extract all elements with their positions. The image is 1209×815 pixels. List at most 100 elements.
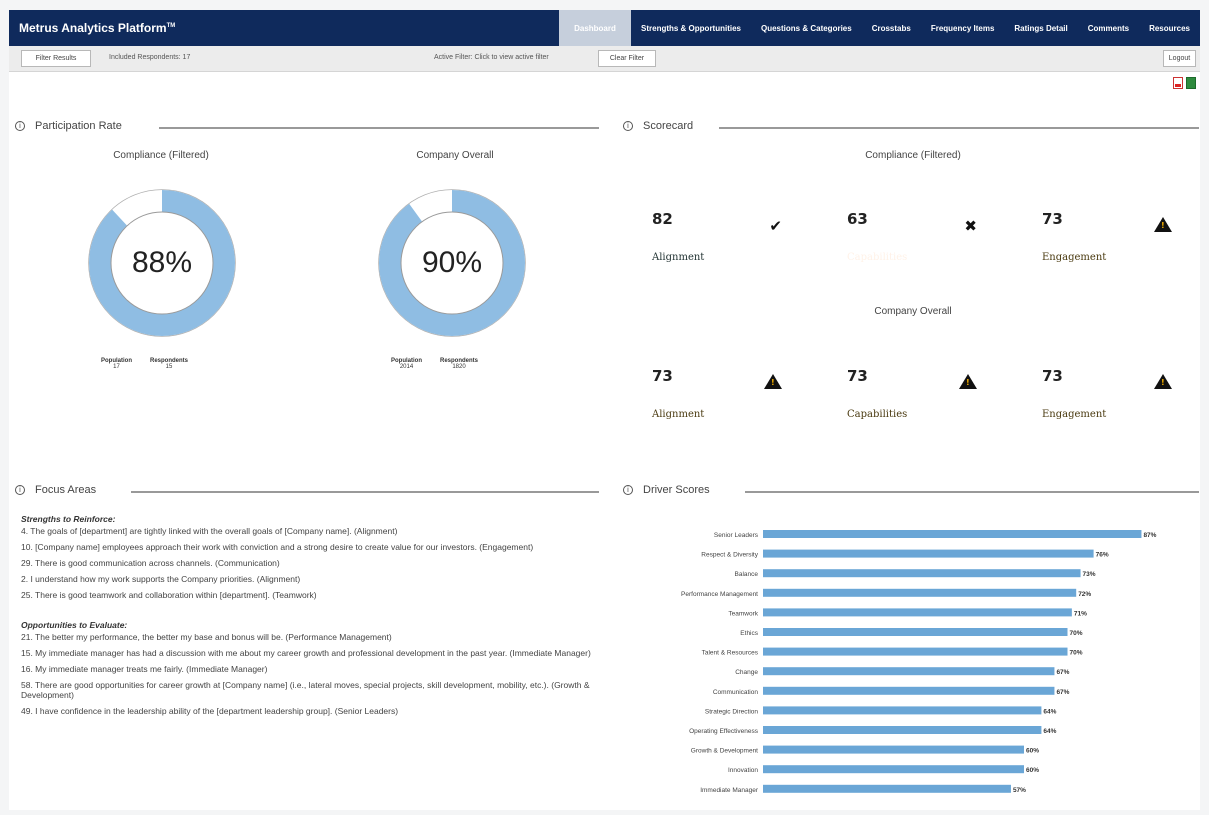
driver-category-label: Strategic Direction	[705, 708, 758, 715]
strength-item: 4. The goals of [department] are tightly…	[21, 526, 398, 536]
nav-tab-frequency-items[interactable]: Frequency Items	[921, 10, 1005, 46]
scorecard-group-company-title: Company Overall	[874, 306, 952, 317]
section-divider	[719, 127, 1199, 129]
nav-tab-strengths-opportunities[interactable]: Strengths & Opportunities	[631, 10, 751, 46]
driver-value-label: 73%	[1083, 571, 1096, 578]
driver-bar[interactable]	[763, 784, 1011, 793]
top-nav-bar: Metrus Analytics PlatformTM Dashboard St…	[9, 10, 1200, 46]
opportunities-heading: Opportunities to Evaluate:	[21, 620, 128, 630]
driver-bar[interactable]	[763, 608, 1072, 617]
driver-scores-chart: Senior Leaders 87% Respect & Diversity 76% B…	[681, 530, 1157, 794]
population-stats-filtered: Population 17 Respondents 15	[101, 358, 188, 370]
driver-bar[interactable]	[763, 726, 1042, 734]
nav-tab-resources[interactable]: Resources	[1139, 10, 1200, 46]
score-tile-engagement-company[interactable]: 73 ! Engagement	[1029, 332, 1190, 438]
score-tile-engagement-filtered[interactable]: 73 ! Engagement	[1029, 175, 1190, 281]
nav-tab-crosstabs[interactable]: Crosstabs	[862, 10, 921, 46]
score-tile-alignment-company[interactable]: 73 ! Alignment	[639, 332, 800, 438]
driver-category-label: Growth & Development	[691, 748, 758, 755]
driver-bar[interactable]	[763, 765, 1024, 774]
focus-areas-header: i Focus Areas	[15, 484, 96, 496]
nav-tab-dashboard[interactable]: Dashboard	[559, 10, 631, 46]
driver-scores-header: i Driver Scores	[623, 484, 710, 496]
focus-areas-list: Strengths to Reinforce: 4. The goals of …	[21, 514, 593, 722]
score-label: Engagement	[1042, 409, 1107, 420]
opportunity-item: 21. The better my performance, the bette…	[21, 632, 392, 642]
scorecard-title: Scorecard	[643, 120, 694, 132]
score-label: Engagement	[1042, 252, 1107, 263]
score-label: Alignment	[652, 252, 705, 263]
score-value: 82	[652, 210, 673, 228]
logout-button[interactable]: Logout	[1163, 50, 1196, 67]
driver-category-label: Senior Leaders	[714, 532, 759, 539]
driver-bar[interactable]	[763, 549, 1094, 558]
strength-item: 25. There is good teamwork and collabora…	[21, 590, 317, 600]
score-tile-alignment-filtered[interactable]: 82 ✔ Alignment	[639, 175, 800, 281]
driver-value-label: 76%	[1096, 552, 1109, 559]
driver-category-label: Teamwork	[728, 610, 758, 617]
nav-tab-questions-categories[interactable]: Questions & Categories	[751, 10, 862, 46]
respondents-value: 1820	[452, 364, 466, 370]
driver-category-label: Immediate Manager	[700, 787, 759, 794]
info-icon[interactable]: i	[15, 121, 25, 131]
driver-value-label: 60%	[1026, 748, 1039, 755]
participation-header: i Participation Rate	[15, 120, 122, 132]
strengths-heading: Strengths to Reinforce:	[21, 514, 116, 524]
score-tile-capabilities-company[interactable]: 73 ! Capabilities	[834, 332, 995, 438]
info-icon[interactable]: i	[623, 121, 633, 131]
driver-bar[interactable]	[763, 588, 1077, 597]
donut-title-company: Company Overall	[416, 150, 494, 161]
info-icon[interactable]: i	[15, 485, 25, 495]
driver-category-label: Respect & Diversity	[701, 552, 758, 559]
driver-bar[interactable]	[763, 530, 1142, 538]
driver-value-label: 87%	[1143, 532, 1156, 539]
filter-results-button[interactable]: Filter Results	[21, 50, 91, 67]
scorecard-header: i Scorecard	[623, 120, 693, 132]
driver-value-label: 57%	[1013, 787, 1026, 794]
driver-category-label: Balance	[735, 571, 759, 578]
driver-value-label: 71%	[1074, 610, 1087, 617]
score-value: 73	[1042, 210, 1063, 228]
active-filter-link[interactable]: Active Filter: Click to view active filt…	[434, 54, 549, 61]
driver-category-label: Operating Effectiveness	[689, 728, 759, 735]
score-value: 63	[847, 210, 868, 228]
warning-icon: !	[959, 374, 977, 389]
driver-bar[interactable]	[763, 647, 1068, 656]
nav-tab-ratings-detail[interactable]: Ratings Detail	[1004, 10, 1077, 46]
warning-icon: !	[1154, 217, 1172, 232]
driver-bar[interactable]	[763, 745, 1024, 754]
donut-percent-filtered: 88%	[131, 246, 193, 279]
score-tile-capabilities-filtered[interactable]: 63 ✖ Capabilities	[834, 175, 995, 281]
excel-export-icon[interactable]	[1186, 77, 1196, 89]
section-divider	[131, 491, 599, 493]
driver-value-label: 70%	[1070, 630, 1083, 637]
driver-category-label: Ethics	[740, 630, 758, 637]
focus-areas-title: Focus Areas	[35, 484, 97, 496]
driver-bar[interactable]	[763, 706, 1042, 715]
score-value: 73	[847, 367, 868, 385]
driver-category-label: Change	[735, 669, 758, 676]
donut-title-filtered: Compliance (Filtered)	[113, 150, 209, 161]
pdf-export-icon[interactable]	[1173, 77, 1183, 89]
driver-category-label: Communication	[713, 689, 759, 696]
info-icon[interactable]: i	[623, 485, 633, 495]
driver-bar[interactable]	[763, 628, 1068, 636]
donut-chart-company: 90%	[377, 188, 527, 338]
opportunity-item: 15. My immediate manager has had a discu…	[21, 648, 591, 658]
donut-percent-company: 90%	[421, 246, 483, 279]
donut-chart-filtered: 88%	[87, 188, 237, 338]
driver-value-label: 60%	[1026, 767, 1039, 774]
clear-filter-button[interactable]: Clear Filter	[598, 50, 656, 67]
x-icon: ✖	[964, 217, 977, 235]
score-value: 73	[652, 367, 673, 385]
driver-bar[interactable]	[763, 686, 1055, 695]
score-label: Capabilities	[847, 252, 908, 263]
opportunity-item: 58. There are good opportunities for car…	[21, 680, 590, 700]
driver-value-label: 64%	[1043, 728, 1056, 735]
nav-tab-comments[interactable]: Comments	[1078, 10, 1139, 46]
driver-bar[interactable]	[763, 569, 1081, 578]
score-label: Capabilities	[847, 409, 908, 420]
driver-value-label: 64%	[1043, 708, 1056, 715]
driver-bar[interactable]	[763, 667, 1055, 676]
opportunity-item: 49. I have confidence in the leadership …	[21, 706, 399, 716]
